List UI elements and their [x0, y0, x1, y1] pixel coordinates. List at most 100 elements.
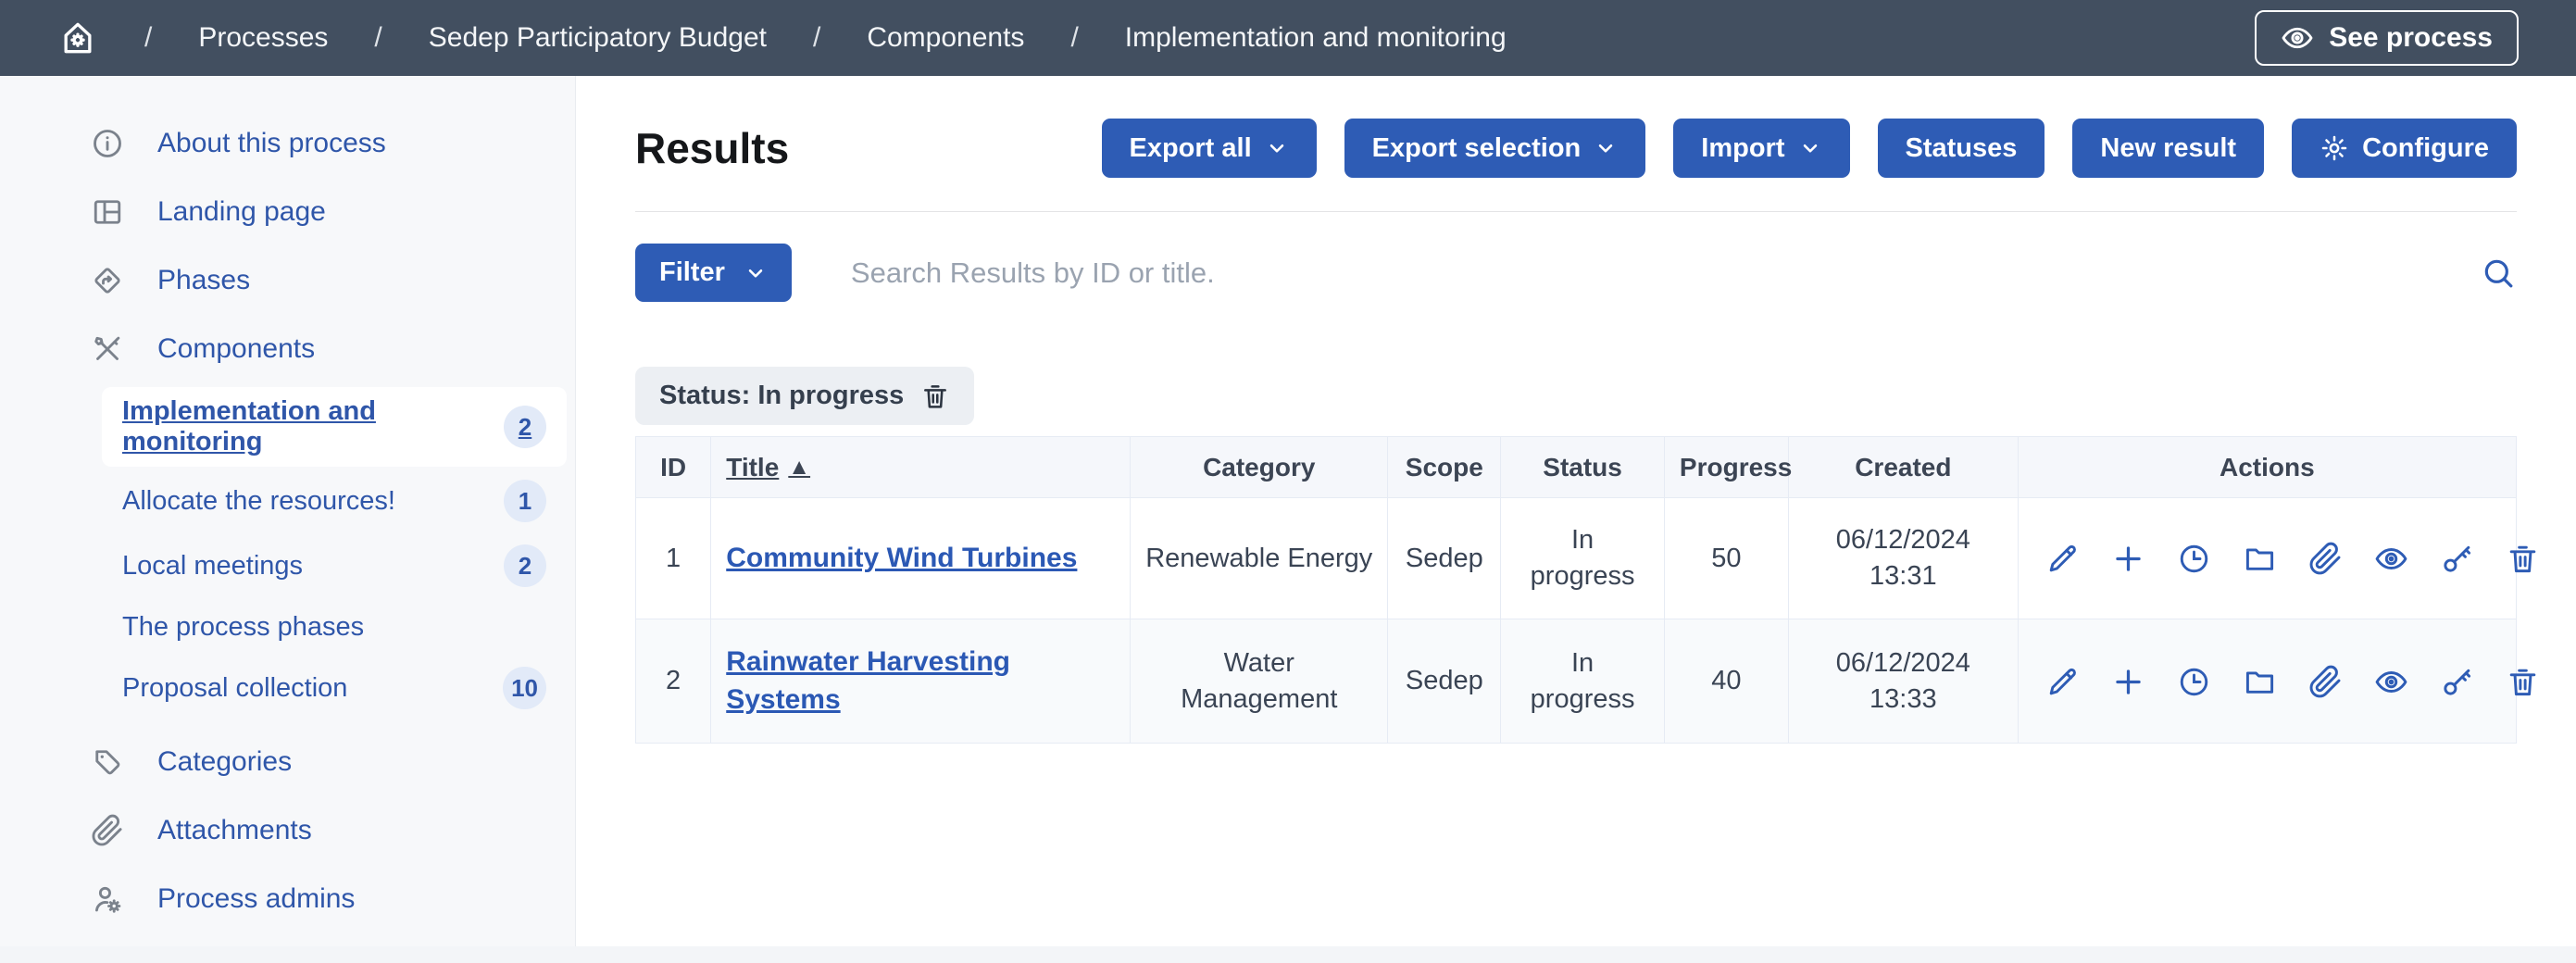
trash-icon [2506, 542, 2540, 576]
see-process-button[interactable]: See process [2255, 10, 2519, 66]
edit-button[interactable] [2045, 542, 2080, 576]
count-badge: 2 [504, 406, 546, 448]
status-filter-chip: Status: In progress [635, 367, 974, 425]
configure-button[interactable]: Configure [2292, 119, 2517, 178]
statuses-label: Statuses [1906, 133, 2018, 164]
remove-filter-button[interactable] [920, 381, 950, 411]
sidebar-nav: About this process Landing page [0, 109, 575, 946]
sidebar-subitem-local-meetings[interactable]: Local meetings 2 [102, 535, 567, 596]
timeline-button[interactable] [2177, 542, 2211, 576]
folder-icon [2243, 542, 2277, 576]
sidebar-item-landing-page[interactable]: Landing page [0, 178, 575, 246]
permissions-button[interactable] [2440, 542, 2474, 576]
import-button[interactable]: Import [1673, 119, 1849, 178]
search-button[interactable] [2480, 255, 2517, 292]
eye-icon [2281, 21, 2314, 55]
trash-icon [920, 381, 950, 411]
filter-label: Filter [659, 257, 725, 288]
sidebar-item-label: About this process [157, 128, 386, 159]
chevron-down-icon [744, 261, 768, 285]
sidebar-item-about[interactable]: About this process [0, 109, 575, 178]
breadcrumb-process-name[interactable]: Sedep Participatory Budget [429, 22, 767, 54]
phases-diamond-icon [91, 264, 124, 297]
active-filters: Status: In progress [635, 367, 2517, 425]
preview-button[interactable] [2374, 542, 2408, 576]
search-input[interactable] [849, 256, 2461, 291]
column-header-status: Status [1501, 437, 1665, 498]
count-badge: 10 [503, 667, 546, 709]
sort-by-title[interactable]: Title ▲ [726, 453, 810, 482]
created-date: 06/12/2024 [1804, 645, 2003, 682]
breadcrumb-components[interactable]: Components [867, 22, 1024, 54]
plus-icon [2111, 542, 2145, 576]
sidebar-item-process-admins[interactable]: Process admins [0, 865, 575, 933]
permissions-button[interactable] [2440, 665, 2474, 699]
breadcrumb-bar: / Processes / Sedep Participatory Budget… [0, 0, 2576, 76]
result-title-link[interactable]: Rainwater Harvesting Systems [726, 646, 1010, 715]
sidebar-item-label: Phases [157, 265, 250, 296]
add-child-button[interactable] [2111, 665, 2145, 699]
delete-button[interactable] [2506, 665, 2540, 699]
column-header-progress: Progress [1664, 437, 1788, 498]
sidebar-subitem-implementation-and-monitoring[interactable]: Implementation and monitoring 2 [102, 387, 567, 467]
breadcrumb-separator: / [144, 22, 152, 54]
export-selection-button[interactable]: Export selection [1344, 119, 1646, 178]
sidebar-subitem-the-process-phases[interactable]: The process phases [102, 600, 567, 654]
key-icon [2440, 665, 2474, 699]
folder-button[interactable] [2243, 665, 2277, 699]
paperclip-icon [2308, 542, 2343, 576]
breadcrumb-current-component[interactable]: Implementation and monitoring [1125, 22, 1507, 54]
column-header-scope: Scope [1388, 437, 1501, 498]
cell-title: Community Wind Turbines [711, 498, 1131, 619]
edit-button[interactable] [2045, 665, 2080, 699]
paperclip-icon [2308, 665, 2343, 699]
export-all-button[interactable]: Export all [1102, 119, 1317, 178]
subitem-label: Allocate the resources! [122, 486, 395, 517]
cell-id: 2 [636, 619, 711, 744]
new-result-button[interactable]: New result [2072, 119, 2264, 178]
sidebar-item-phases[interactable]: Phases [0, 246, 575, 315]
sidebar-item-attachments[interactable]: Attachments [0, 796, 575, 865]
user-gear-icon [91, 882, 124, 916]
add-child-button[interactable] [2111, 542, 2145, 576]
folder-button[interactable] [2243, 542, 2277, 576]
admin-screen: / Processes / Sedep Participatory Budget… [0, 0, 2576, 963]
sidebar-subitem-proposal-collection[interactable]: Proposal collection 10 [102, 657, 567, 719]
pencil-icon [2045, 542, 2080, 576]
table-row: 2 Rainwater Harvesting Systems Water Man… [636, 619, 2517, 744]
sidebar-item-moderations[interactable]: Moderations [0, 933, 575, 946]
breadcrumb-processes[interactable]: Processes [198, 22, 328, 54]
cell-title: Rainwater Harvesting Systems [711, 619, 1131, 744]
info-icon [91, 127, 124, 160]
sidebar-item-label: Categories [157, 746, 292, 778]
table-header-row: ID Title ▲ Category Scope Status Progres… [636, 437, 2517, 498]
breadcrumb-separator: / [1070, 22, 1078, 54]
delete-button[interactable] [2506, 542, 2540, 576]
home-button[interactable] [57, 18, 98, 58]
tools-icon [91, 332, 124, 366]
count-badge: 1 [504, 480, 546, 522]
cell-id: 1 [636, 498, 711, 619]
export-selection-label: Export selection [1372, 133, 1582, 164]
chevron-down-icon [1798, 136, 1822, 160]
filter-button[interactable]: Filter [635, 244, 792, 302]
attachments-button[interactable] [2308, 542, 2343, 576]
timeline-button[interactable] [2177, 665, 2211, 699]
sidebar-item-label: Landing page [157, 196, 326, 228]
cell-actions [2018, 619, 2516, 744]
attachments-button[interactable] [2308, 665, 2343, 699]
key-icon [2440, 542, 2474, 576]
sidebar-subitem-allocate-the-resources[interactable]: Allocate the resources! 1 [102, 470, 567, 532]
preview-button[interactable] [2374, 665, 2408, 699]
statuses-button[interactable]: Statuses [1878, 119, 2045, 178]
results-table: ID Title ▲ Category Scope Status Progres… [635, 436, 2517, 744]
sidebar-item-label: Process admins [157, 883, 355, 915]
new-result-label: New result [2100, 133, 2236, 164]
pencil-icon [2045, 665, 2080, 699]
sidebar-item-label: Attachments [157, 815, 312, 846]
sidebar-item-components[interactable]: Components [0, 315, 575, 383]
sidebar-item-categories[interactable]: Categories [0, 728, 575, 796]
footer-strip [0, 946, 2576, 963]
subitem-label: The process phases [122, 612, 364, 643]
result-title-link[interactable]: Community Wind Turbines [726, 543, 1077, 573]
